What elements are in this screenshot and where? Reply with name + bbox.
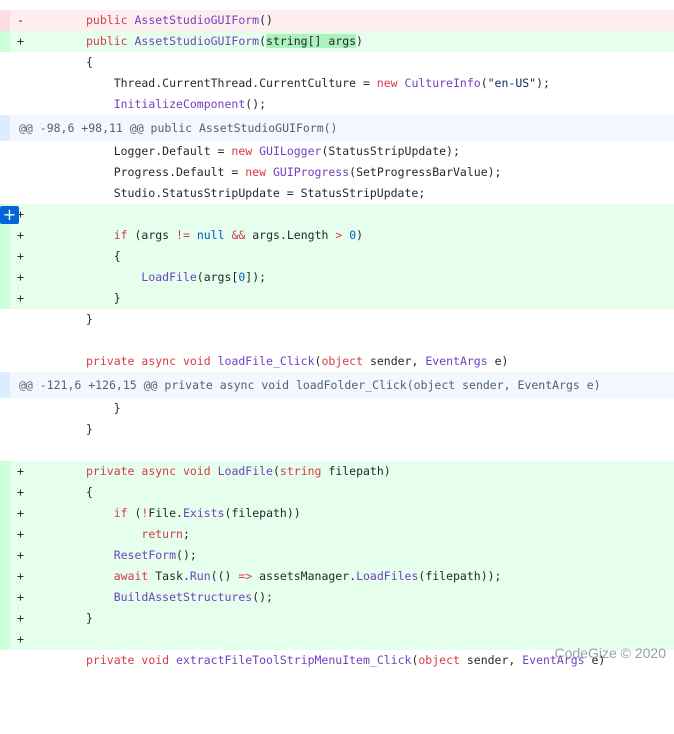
diff-sign: - [17, 13, 24, 27]
hunk-header[interactable]: @@ -121,6 +126,15 @@ private async void … [0, 372, 674, 398]
diff-sign: + [17, 270, 24, 284]
diff-line-context: private async void loadFile_Click(object… [86, 354, 509, 368]
diff-line-added: + return; [0, 524, 674, 545]
diff-sign: + [17, 34, 24, 48]
diff-sign: + [17, 228, 24, 242]
add-comment-button[interactable]: + [0, 206, 19, 224]
diff-line-added: + public AssetStudioGUIForm(string[] arg… [0, 31, 674, 52]
diff-line-context [0, 330, 674, 351]
diff-sign: + [17, 548, 24, 562]
diff-line-context: InitializeComponent(); [113, 97, 267, 111]
diff-sign: + [17, 485, 24, 499]
diff-sign: + [17, 527, 24, 541]
diff-sign: + [17, 464, 24, 478]
diff-line-added: + LoadFile(args[0]); [0, 267, 674, 288]
diff-sign: + [17, 590, 24, 604]
diff-line-added: + await Task.Run(() => assetsManager.Loa… [0, 566, 674, 587]
diff-line-added: + if (!File.Exists(filepath)) [0, 503, 674, 524]
diff-line-added: + { [0, 246, 674, 267]
diff-line-added: + BuildAssetStructures(); [0, 587, 674, 608]
diff-line-deleted: - public AssetStudioGUIForm() [0, 10, 674, 31]
diff-line-added: + [0, 204, 674, 225]
diff-line-context: { [86, 55, 93, 69]
diff-line-added: + { [0, 482, 674, 503]
diff-sign: + [17, 569, 24, 583]
diff-line-context: Logger.Default = new GUILogger(StatusStr… [86, 144, 460, 158]
diff-line-added: + private async void LoadFile(string fil… [0, 461, 674, 482]
diff-line-added: + } [0, 608, 674, 629]
diff-line-added: + ResetForm(); [0, 545, 674, 566]
diff-line-context [0, 440, 674, 461]
diff-sign: + [17, 506, 24, 520]
watermark: CodeGize © 2020 [554, 645, 667, 661]
diff-line-added: + } [0, 288, 674, 309]
diff-line-context: } [86, 401, 121, 415]
diff-view: - public AssetStudioGUIForm() + public A… [0, 10, 674, 671]
diff-sign: + [17, 632, 24, 646]
diff-line-added: + if (args != null && args.Length > 0) [0, 225, 674, 246]
diff-line-context: Thread.CurrentThread.CurrentCulture = ne… [86, 76, 550, 90]
diff-line-context: Progress.Default = new GUIProgress(SetPr… [86, 165, 502, 179]
plus-icon: + [2, 205, 17, 224]
diff-sign: + [17, 249, 24, 263]
hunk-header[interactable]: @@ -98,6 +98,11 @@ public AssetStudioGUI… [0, 115, 674, 141]
diff-line-context: } [86, 422, 93, 436]
diff-sign: + [17, 611, 24, 625]
diff-line-context: Studio.StatusStripUpdate = StatusStripUp… [86, 186, 426, 200]
diff-sign: + [17, 291, 24, 305]
diff-line-context: } [86, 312, 93, 326]
